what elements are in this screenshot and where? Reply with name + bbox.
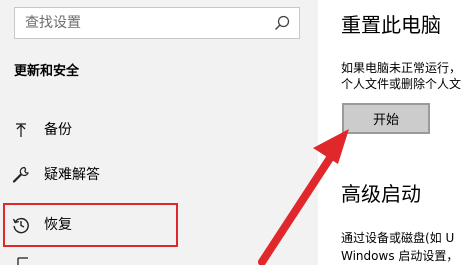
partial-nav-icon xyxy=(17,257,28,265)
reset-description-line1: 如果电脑未正常运行， xyxy=(341,61,462,75)
main-content: 重置此电脑 如果电脑未正常运行， 个人文件或删除个人文 开始 高级启动 通过设备… xyxy=(318,0,473,265)
advanced-description-line1: 通过设备或磁盘(如 U xyxy=(341,231,455,245)
backup-arrow-icon xyxy=(16,123,26,137)
sidebar-item-label: 疑难解答 xyxy=(44,167,100,183)
advanced-description-line2: Windows 启动设置， xyxy=(341,249,459,263)
search-icon[interactable] xyxy=(274,15,290,31)
sidebar-item-backup[interactable]: 备份 xyxy=(0,112,318,148)
section-title: 更新和安全 xyxy=(14,64,80,79)
advanced-startup-title: 高级启动 xyxy=(341,182,421,206)
reset-description-line2: 个人文件或删除个人文 xyxy=(341,77,462,91)
sidebar-item-label: 备份 xyxy=(44,122,72,138)
sidebar-item-troubleshoot[interactable]: 疑难解答 xyxy=(0,157,318,193)
search-box[interactable] xyxy=(14,7,300,39)
search-input[interactable] xyxy=(25,8,265,38)
reset-pc-title: 重置此电脑 xyxy=(341,13,441,37)
wrench-icon xyxy=(12,166,29,183)
sidebar: 更新和安全 备份 疑难解答 恢复 xyxy=(0,0,318,265)
recovery-highlight-box xyxy=(3,203,178,247)
settings-window: 更新和安全 备份 疑难解答 恢复 xyxy=(0,0,473,265)
start-reset-button[interactable]: 开始 xyxy=(342,103,430,134)
